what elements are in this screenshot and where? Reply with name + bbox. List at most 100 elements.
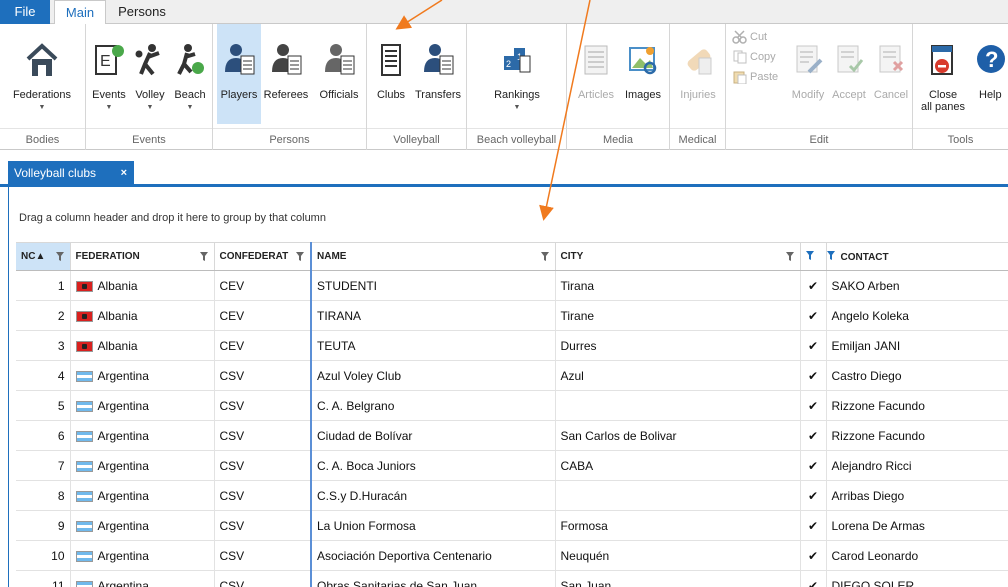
column-header-contact[interactable]: CONTACT [826, 242, 1008, 271]
active-filter-icon[interactable] [826, 250, 835, 260]
column-header-flag[interactable] [800, 242, 827, 271]
paste-button[interactable]: Paste [732, 68, 778, 86]
cell-confederation[interactable]: CSV [214, 450, 312, 481]
cell-federation[interactable]: Argentina [70, 390, 215, 421]
table-row[interactable]: 4 Argentina CSV Azul Voley Club Azul ✔ Castro … [16, 360, 1008, 391]
filter-icon[interactable] [296, 252, 304, 261]
cell-federation[interactable]: Argentina [70, 420, 215, 451]
tab-persons[interactable]: Persons [106, 0, 178, 24]
cancel-button[interactable]: Cancel [870, 30, 912, 128]
cell-federation[interactable]: Argentina [70, 540, 215, 571]
cell-city[interactable]: Azul [555, 360, 801, 391]
cell-contact[interactable]: Arribas Diego [826, 480, 1008, 511]
check-icon[interactable]: ✔ [800, 570, 827, 587]
cell-federation[interactable]: Albania [70, 300, 215, 331]
cell-nc[interactable]: 1 [16, 270, 71, 301]
table-row[interactable]: 8 Argentina CSV C.S.y D.Huracán ✔ Arribas Die… [16, 480, 1008, 511]
rankings-button[interactable]: 21 Rankings ▼ [483, 30, 551, 128]
column-header-city[interactable]: CITY [555, 242, 801, 271]
cell-confederation[interactable]: CSV [214, 390, 312, 421]
cell-nc[interactable]: 2 [16, 300, 71, 331]
injuries-button[interactable]: Injuries [674, 30, 722, 128]
volley-button[interactable]: Volley ▼ [130, 30, 170, 128]
cell-federation[interactable]: Argentina [70, 510, 215, 541]
modify-button[interactable]: Modify [788, 30, 828, 128]
copy-button[interactable]: Copy [732, 48, 776, 66]
cell-contact[interactable]: Emiljan JANI [826, 330, 1008, 361]
cell-nc[interactable]: 4 [16, 360, 71, 391]
cell-city[interactable]: Neuquén [555, 540, 801, 571]
table-row[interactable]: 10 Argentina CSV Asociación Deportiva Cente… [16, 540, 1008, 571]
cell-nc[interactable]: 6 [16, 420, 71, 451]
cell-nc[interactable]: 10 [16, 540, 71, 571]
filter-icon[interactable] [55, 252, 64, 261]
events-button[interactable]: E Events ▼ [88, 30, 130, 128]
cell-city[interactable]: Formosa [555, 510, 801, 541]
check-icon[interactable]: ✔ [800, 540, 827, 571]
cell-federation[interactable]: Argentina [70, 360, 215, 391]
cell-contact[interactable]: Angelo Koleka [826, 300, 1008, 331]
close-tab-icon[interactable]: × [121, 161, 127, 185]
cell-city[interactable]: San Juan [555, 570, 801, 587]
cell-contact[interactable]: Rizzone Facundo [826, 390, 1008, 421]
cell-name[interactable]: C. A. Boca Juniors [310, 450, 556, 481]
cell-confederation[interactable]: CSV [214, 540, 312, 571]
cell-federation[interactable]: Argentina [70, 450, 215, 481]
cell-name[interactable]: TEUTA [310, 330, 556, 361]
cell-contact[interactable]: Rizzone Facundo [826, 420, 1008, 451]
close-all-panes-button[interactable]: Close all panes [917, 30, 969, 128]
column-header-federation[interactable]: FEDERATION [70, 242, 215, 271]
cell-confederation[interactable]: CSV [214, 570, 312, 587]
cell-name[interactable]: La Union Formosa [310, 510, 556, 541]
cell-contact[interactable]: Castro Diego [826, 360, 1008, 391]
column-header-confederation[interactable]: CONFEDERAT [214, 242, 312, 271]
cell-confederation[interactable]: CSV [214, 360, 312, 391]
beach-button[interactable]: Beach ▼ [170, 30, 210, 128]
cell-city[interactable]: CABA [555, 450, 801, 481]
filter-icon[interactable] [785, 252, 794, 261]
players-button[interactable]: Players [217, 24, 261, 124]
check-icon[interactable]: ✔ [800, 450, 827, 481]
cell-city[interactable]: Tirana [555, 270, 801, 301]
cell-contact[interactable]: Alejandro Ricci [826, 450, 1008, 481]
check-icon[interactable]: ✔ [800, 300, 827, 331]
cell-confederation[interactable]: CSV [214, 510, 312, 541]
federations-button[interactable]: Federations ▼ [2, 30, 82, 128]
referees-button[interactable]: Referees [261, 30, 311, 128]
table-row[interactable]: 6 Argentina CSV Ciudad de Bolívar San Carlos… [16, 420, 1008, 451]
filter-icon[interactable] [199, 252, 208, 261]
cell-nc[interactable]: 7 [16, 450, 71, 481]
group-by-hint[interactable]: Drag a column header and drop it here to… [19, 212, 326, 224]
table-row[interactable]: 5 Argentina CSV C. A. Belgrano ✔ Rizzone Facu… [16, 390, 1008, 421]
cell-contact[interactable]: SAKO Arben [826, 270, 1008, 301]
check-icon[interactable]: ✔ [800, 480, 827, 511]
table-row[interactable]: 11 Argentina CSV Obras Sanitarias de San Ju… [16, 570, 1008, 587]
column-header-name[interactable]: NAME [310, 242, 556, 271]
table-row[interactable]: 2 Albania CEV TIRANA Tirane ✔ Angelo Koleka [16, 300, 1008, 331]
officials-button[interactable]: Officials [313, 30, 365, 128]
cell-federation[interactable]: Albania [70, 330, 215, 361]
help-button[interactable]: ? Help [971, 30, 1008, 128]
cell-city[interactable] [555, 390, 801, 421]
table-row[interactable]: 3 Albania CEV TEUTA Durres ✔ Emiljan JANI [16, 330, 1008, 361]
transfers-button[interactable]: Transfers [411, 30, 465, 128]
cell-city[interactable]: Tirane [555, 300, 801, 331]
cell-confederation[interactable]: CSV [214, 480, 312, 511]
articles-button[interactable]: Articles [573, 30, 619, 128]
cell-city[interactable]: Durres [555, 330, 801, 361]
table-row[interactable]: 1 Albania CEV STUDENTI Tirana ✔ SAKO Arben [16, 270, 1008, 301]
cell-name[interactable]: TIRANA [310, 300, 556, 331]
accept-button[interactable]: Accept [828, 30, 870, 128]
cell-name[interactable]: Azul Voley Club [310, 360, 556, 391]
cell-federation[interactable]: Argentina [70, 570, 215, 587]
table-row[interactable]: 7 Argentina CSV C. A. Boca Juniors CABA ✔ Alej… [16, 450, 1008, 481]
active-filter-icon[interactable] [805, 250, 814, 260]
cell-nc[interactable]: 9 [16, 510, 71, 541]
tab-main[interactable]: Main [54, 0, 106, 25]
cell-name[interactable]: C. A. Belgrano [310, 390, 556, 421]
tab-volleyball-clubs[interactable]: Volleyball clubs × [8, 161, 134, 187]
check-icon[interactable]: ✔ [800, 390, 827, 421]
images-button[interactable]: Images [619, 30, 667, 128]
cell-nc[interactable]: 5 [16, 390, 71, 421]
cell-nc[interactable]: 11 [16, 570, 71, 587]
